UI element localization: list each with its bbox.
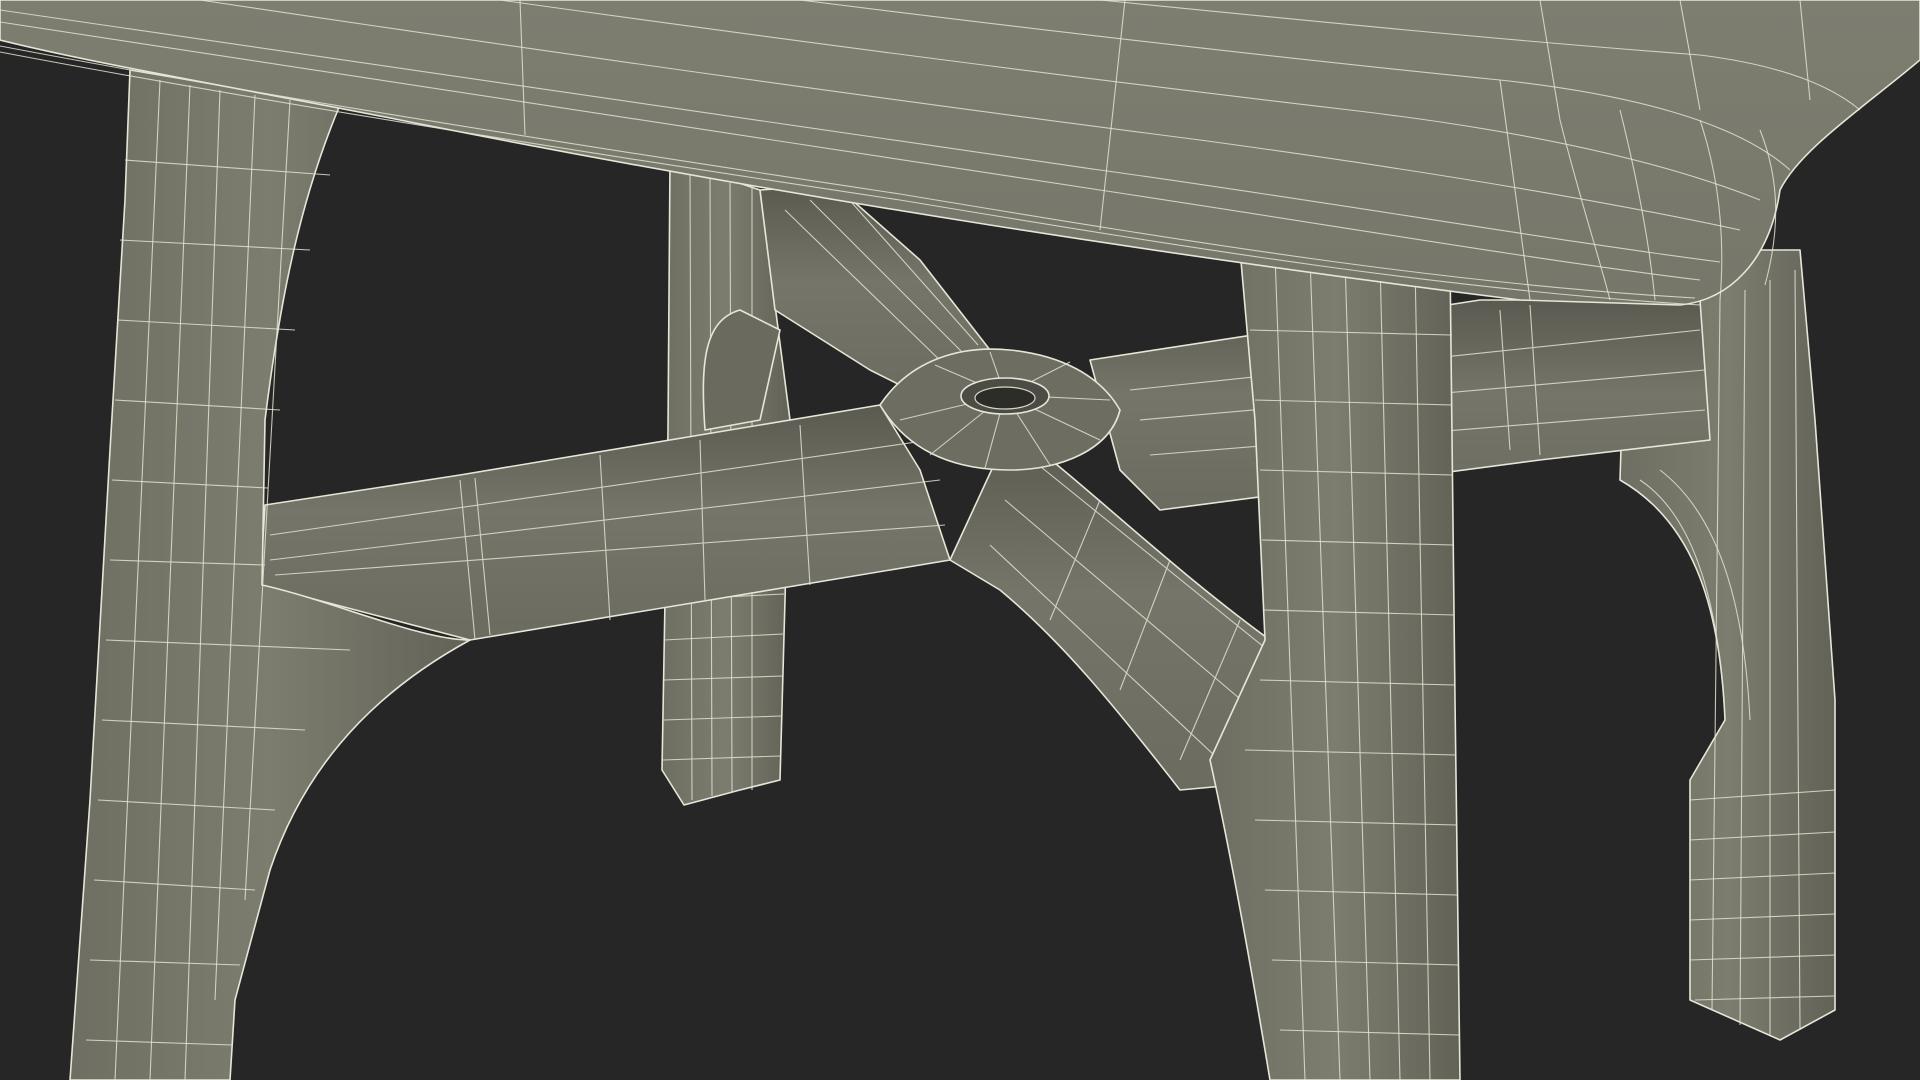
wireframe-table-render xyxy=(0,0,1920,1080)
render-viewport xyxy=(0,0,1920,1080)
